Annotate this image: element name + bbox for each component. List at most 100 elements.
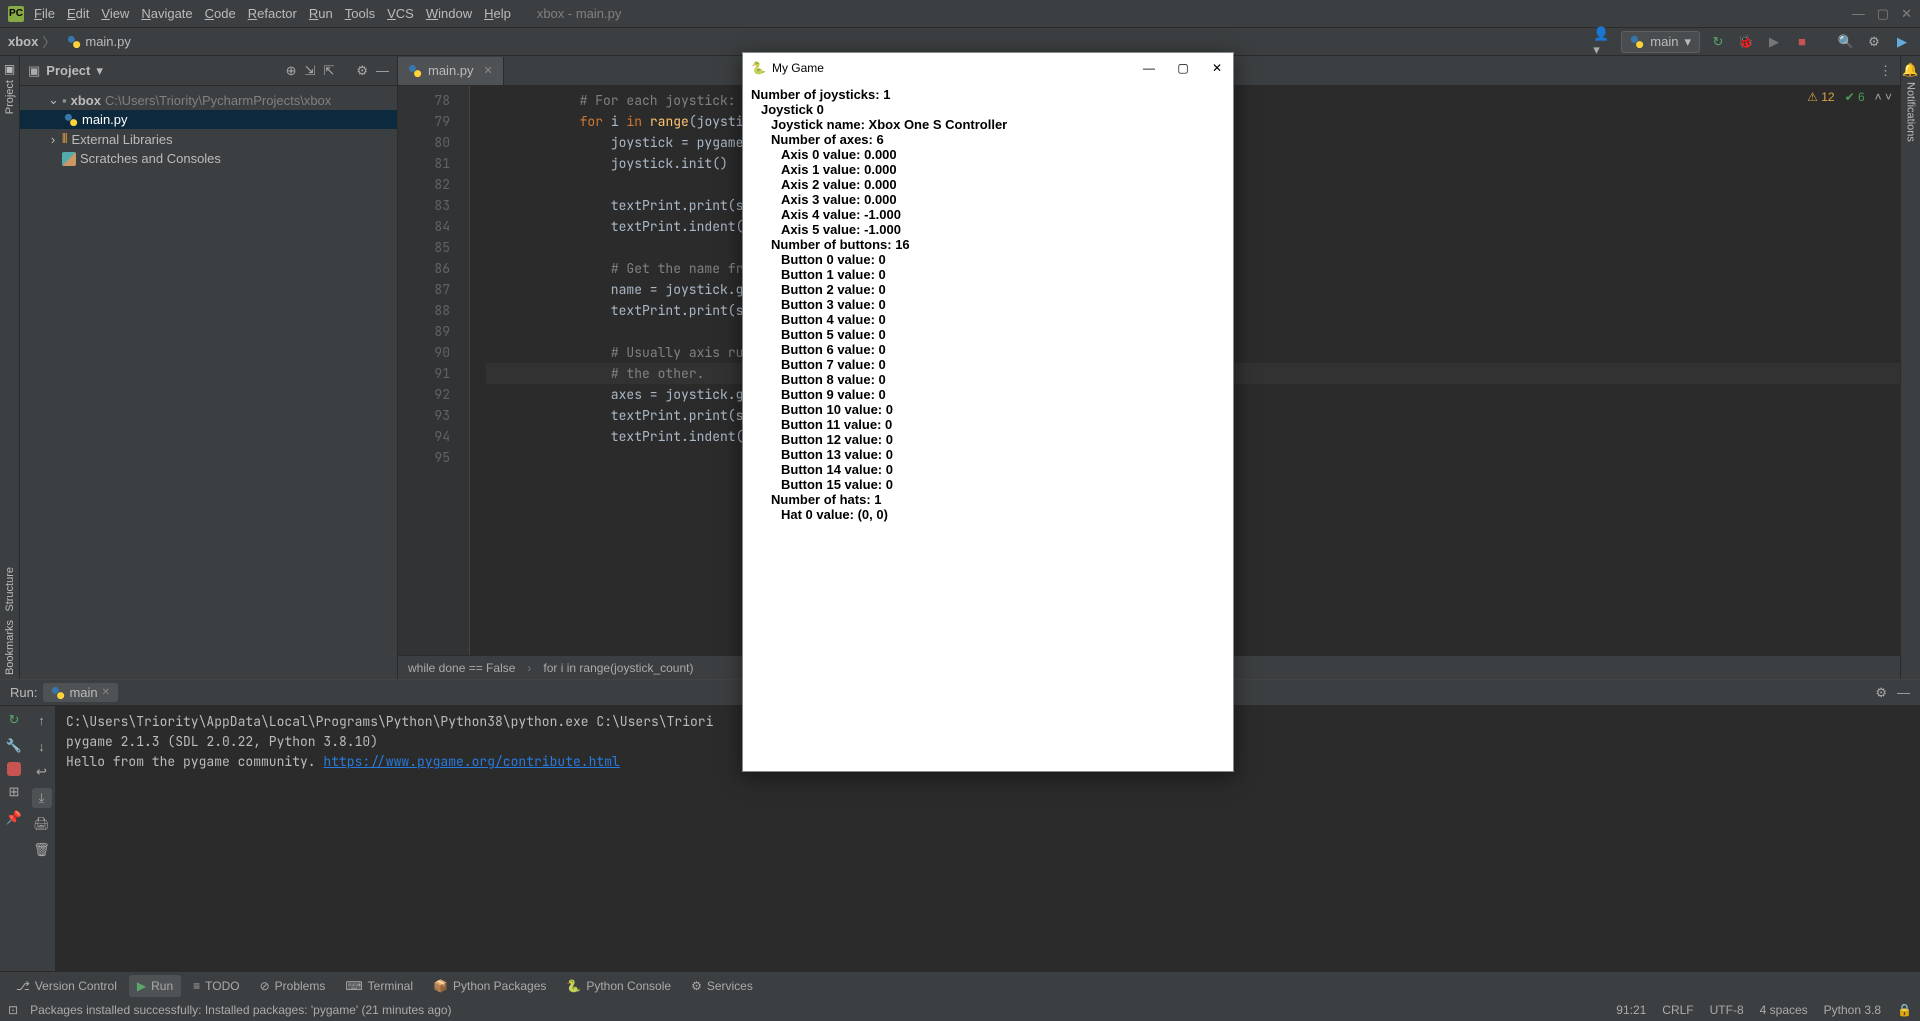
pygame-text-line: Number of joysticks: 1 xyxy=(751,87,1225,102)
menu-navigate[interactable]: Navigate xyxy=(135,6,198,21)
menu-vcs[interactable]: VCS xyxy=(381,6,420,21)
bottom-tab-terminal[interactable]: ⌨Terminal xyxy=(337,975,421,997)
menu-refactor[interactable]: Refactor xyxy=(242,6,303,21)
cursor-position[interactable]: 91:21 xyxy=(1616,1003,1646,1017)
search-icon[interactable]: 🔍 xyxy=(1836,32,1856,52)
run-header-title: Run: xyxy=(10,685,37,700)
menu-code[interactable]: Code xyxy=(199,6,242,21)
bottom-tab-services[interactable]: ⚙Services xyxy=(683,975,761,997)
stop-button[interactable]: ■ xyxy=(1792,32,1812,52)
close-button[interactable]: ✕ xyxy=(1901,6,1912,22)
chevron-down-icon[interactable]: ▾ xyxy=(96,63,103,79)
run-configuration-selector[interactable]: main ▾ xyxy=(1621,31,1700,53)
breadcrumb-file[interactable]: main.py xyxy=(67,34,131,49)
gear-icon[interactable]: ⚙ xyxy=(356,63,368,79)
notifications-tool-button[interactable]: Notifications xyxy=(1905,78,1917,146)
pygame-window[interactable]: 🐍 My Game — ▢ ✕ Number of joysticks: 1Jo… xyxy=(742,52,1234,772)
run-button[interactable]: ↻ xyxy=(1708,32,1728,52)
close-button[interactable]: ✕ xyxy=(1209,61,1225,75)
menu-file[interactable]: File xyxy=(28,6,61,21)
project-tree: ⌄ ▪ xbox C:\Users\Triority\PycharmProjec… xyxy=(20,86,397,172)
tab-icon: ⌨ xyxy=(345,979,362,993)
menu-help[interactable]: Help xyxy=(478,6,517,21)
breadcrumb-scope-a[interactable]: while done == False xyxy=(408,661,515,675)
panel-title: Project xyxy=(46,63,90,78)
up-stack-button[interactable]: ↑ xyxy=(32,710,52,730)
status-message: Packages installed successfully: Install… xyxy=(30,1003,451,1017)
soft-wrap-button[interactable]: ↩ xyxy=(32,762,52,782)
readonly-lock-icon[interactable]: 🔒 xyxy=(1897,1003,1912,1017)
breadcrumb-project[interactable]: xbox xyxy=(8,34,38,49)
hide-panel-icon[interactable]: — xyxy=(1897,685,1910,701)
hide-panel-icon[interactable]: — xyxy=(376,63,389,79)
bottom-tab-version-control[interactable]: ⎇Version Control xyxy=(8,975,125,997)
status-tool-button[interactable]: ⊡ xyxy=(8,1003,18,1017)
print-button[interactable]: 🖨 xyxy=(32,814,52,834)
folder-icon: ▣ xyxy=(28,63,40,79)
chevron-up-down-icon[interactable]: ˄ ˅ xyxy=(1875,90,1892,104)
close-tab-icon[interactable]: ✕ xyxy=(102,687,110,698)
collapse-all-icon[interactable]: ⇱ xyxy=(323,63,334,79)
bottom-tab-run[interactable]: ▶Run xyxy=(129,975,181,997)
line-separator[interactable]: CRLF xyxy=(1662,1003,1693,1017)
editor-tab-main[interactable]: main.py ✕ xyxy=(398,57,504,85)
clear-button[interactable]: 🗑 xyxy=(32,840,52,860)
settings-icon[interactable]: ⚙ xyxy=(1864,32,1884,52)
bottom-tab-python-packages[interactable]: 📦Python Packages xyxy=(425,975,554,997)
layout-button[interactable]: ⊞ xyxy=(4,782,24,802)
menu-edit[interactable]: Edit xyxy=(61,6,95,21)
bookmarks-tool-button[interactable]: Bookmarks xyxy=(4,616,16,679)
stop-button[interactable] xyxy=(7,762,21,776)
debug-button[interactable]: 🐞 xyxy=(1736,32,1756,52)
maximize-button[interactable]: ▢ xyxy=(1877,6,1889,22)
typos-indicator[interactable]: ✔ 6 xyxy=(1845,90,1865,104)
warnings-indicator[interactable]: ⚠ 12 xyxy=(1807,90,1834,104)
bottom-tab-python-console[interactable]: 🐍Python Console xyxy=(558,975,679,997)
menu-view[interactable]: View xyxy=(95,6,135,21)
indent-settings[interactable]: 4 spaces xyxy=(1760,1003,1808,1017)
user-icon[interactable]: 👤▾ xyxy=(1593,32,1613,52)
tabs-overflow-icon[interactable]: ⋮ xyxy=(1871,63,1900,79)
minimize-button[interactable]: — xyxy=(1852,6,1865,22)
project-tool-button[interactable]: Project xyxy=(4,76,16,118)
rerun-button[interactable]: ↻ xyxy=(4,710,24,730)
minimize-button[interactable]: — xyxy=(1141,61,1157,75)
pygame-text-line: Button 8 value: 0 xyxy=(781,372,1225,387)
python-interpreter[interactable]: Python 3.8 xyxy=(1824,1003,1881,1017)
close-tab-icon[interactable]: ✕ xyxy=(484,64,493,77)
tree-scratches[interactable]: Scratches and Consoles xyxy=(20,149,397,168)
pygame-title-bar[interactable]: 🐍 My Game — ▢ ✕ xyxy=(743,53,1233,83)
gear-icon[interactable]: ⚙ xyxy=(1875,685,1887,701)
menu-run[interactable]: Run xyxy=(303,6,339,21)
tree-root[interactable]: ⌄ ▪ xbox C:\Users\Triority\PycharmProjec… xyxy=(20,90,397,110)
menu-tools[interactable]: Tools xyxy=(339,6,381,21)
run-config-tab[interactable]: main ✕ xyxy=(43,683,118,702)
tree-external-libraries[interactable]: › ⫴ External Libraries xyxy=(20,129,397,149)
bottom-tab-problems[interactable]: ⊘Problems xyxy=(252,975,334,997)
file-encoding[interactable]: UTF-8 xyxy=(1710,1003,1744,1017)
window-title: xbox - main.py xyxy=(537,6,622,21)
scratches-label: Scratches and Consoles xyxy=(80,151,221,166)
bell-icon[interactable]: 🔔 xyxy=(1902,62,1918,78)
scroll-to-end-button[interactable]: ⤓ xyxy=(32,788,52,808)
down-stack-button[interactable]: ↓ xyxy=(32,736,52,756)
pin-button[interactable]: 📌 xyxy=(4,808,24,828)
coverage-button[interactable]: ▶ xyxy=(1764,32,1784,52)
title-bar: PC FileEditViewNavigateCodeRefactorRunTo… xyxy=(0,0,1920,28)
expand-all-icon[interactable]: ⇲ xyxy=(305,63,316,79)
select-opened-file-icon[interactable]: ⊕ xyxy=(286,63,297,79)
bottom-tab-todo[interactable]: ≡TODO xyxy=(185,975,247,997)
tab-label: main.py xyxy=(428,63,474,78)
tree-file-main[interactable]: main.py xyxy=(20,110,397,129)
modify-run-config-button[interactable]: 🔧 xyxy=(4,736,24,756)
maximize-button[interactable]: ▢ xyxy=(1175,61,1191,75)
console-link[interactable]: https://www.pygame.org/contribute.html xyxy=(323,753,619,770)
menu-window[interactable]: Window xyxy=(420,6,478,21)
warnings-count: 12 xyxy=(1821,90,1834,104)
run-anything-icon[interactable]: ▶ xyxy=(1892,32,1912,52)
pygame-icon: 🐍 xyxy=(751,61,766,75)
tab-label: Version Control xyxy=(35,979,117,993)
structure-tool-button[interactable]: Structure xyxy=(4,563,16,616)
editor-indicators[interactable]: ⚠ 12 ✔ 6 ˄ ˅ xyxy=(1807,90,1892,104)
breadcrumb-scope-b[interactable]: for i in range(joystick_count) xyxy=(543,661,693,675)
